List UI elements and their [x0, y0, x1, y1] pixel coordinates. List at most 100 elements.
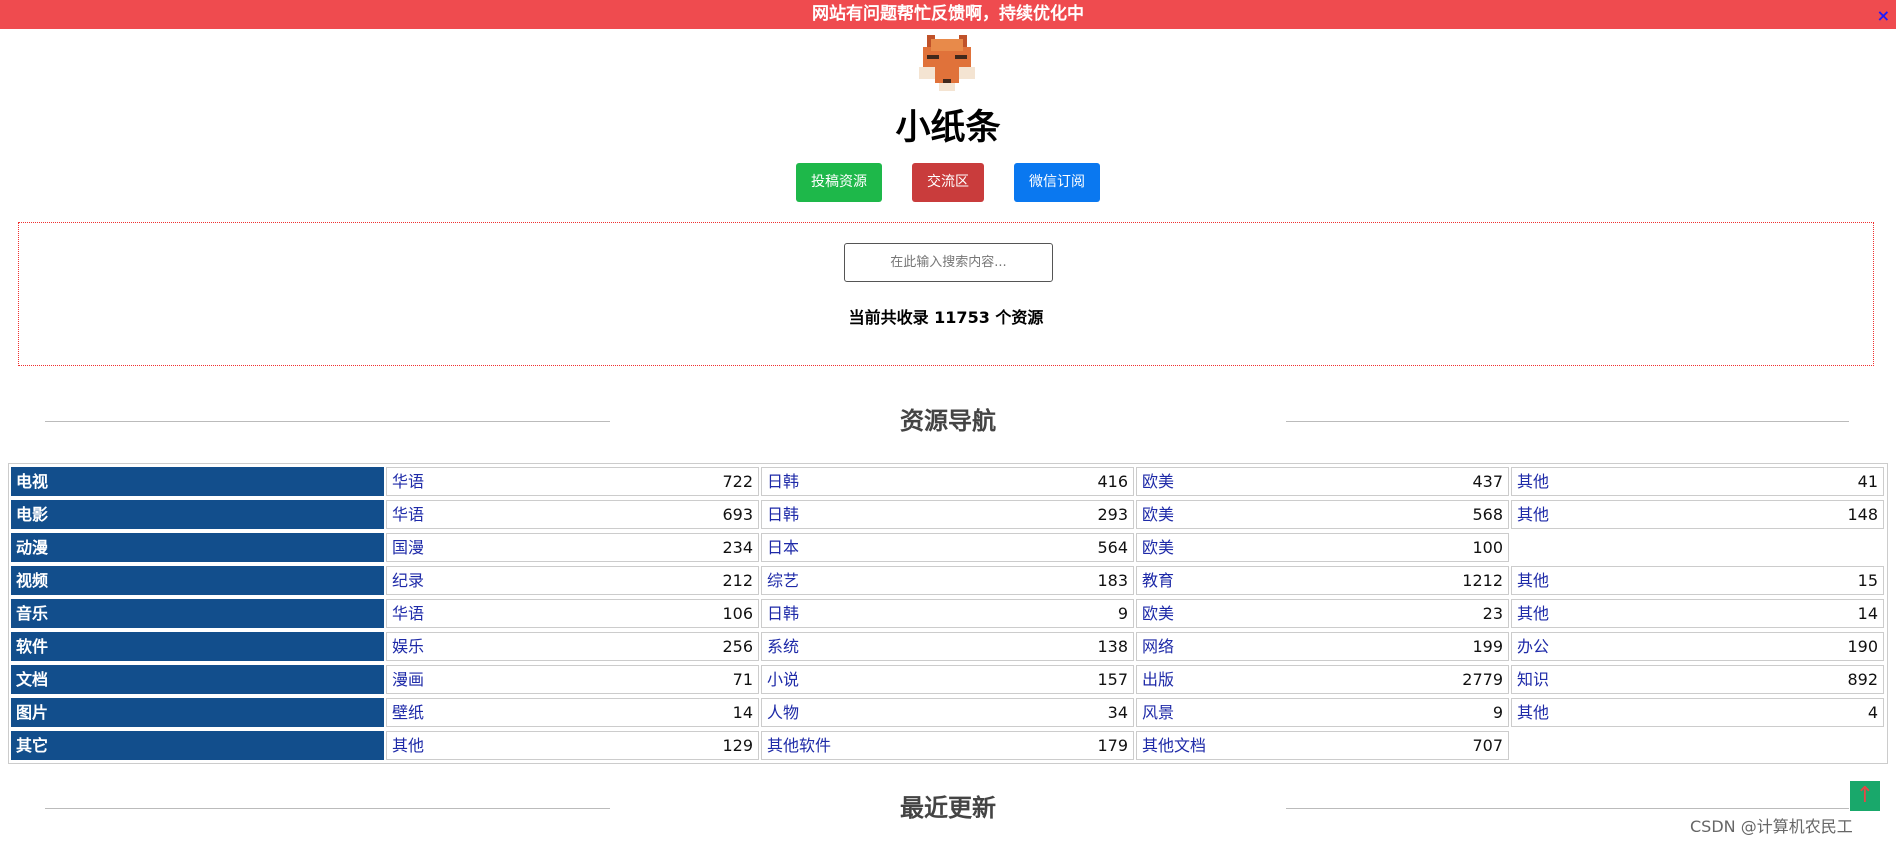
- nav-item-link[interactable]: 欧美: [1142, 468, 1174, 495]
- nav-item-count: 183: [1097, 571, 1128, 590]
- nav-item[interactable]: 其他 14: [1511, 599, 1884, 628]
- nav-item-count: 293: [1097, 505, 1128, 524]
- nav-item-link[interactable]: 其他: [1517, 600, 1549, 627]
- nav-item[interactable]: 知识 892: [1511, 665, 1884, 694]
- nav-item-link[interactable]: 网络: [1142, 633, 1174, 660]
- nav-item-count: 437: [1472, 472, 1503, 491]
- nav-item-link[interactable]: 欧美: [1142, 501, 1174, 528]
- nav-item-link[interactable]: 系统: [767, 633, 799, 660]
- nav-item-link[interactable]: 华语: [392, 501, 424, 528]
- nav-item[interactable]: 欧美 100: [1136, 533, 1509, 562]
- nav-item[interactable]: 欧美 568: [1136, 500, 1509, 529]
- nav-item-link[interactable]: 综艺: [767, 567, 799, 594]
- nav-item[interactable]: 壁纸 14: [386, 698, 759, 727]
- nav-item[interactable]: 日韩 416: [761, 467, 1134, 496]
- announcement-text: 网站有问题帮忙反馈啊，持续优化中: [812, 4, 1084, 24]
- nav-item-link[interactable]: 风景: [1142, 699, 1174, 726]
- forum-button[interactable]: 交流区: [912, 163, 984, 202]
- nav-item[interactable]: 人物 34: [761, 698, 1134, 727]
- nav-item[interactable]: 国漫 234: [386, 533, 759, 562]
- submit-resource-button[interactable]: 投稿资源: [796, 163, 882, 202]
- back-to-top-button[interactable]: ↑: [1850, 781, 1880, 811]
- nav-item[interactable]: 其他 4: [1511, 698, 1884, 727]
- nav-item-link[interactable]: 出版: [1142, 666, 1174, 693]
- nav-item-link[interactable]: 办公: [1517, 633, 1549, 660]
- search-input[interactable]: [844, 243, 1053, 282]
- nav-section-header: 资源导航: [0, 401, 1896, 441]
- nav-item-link[interactable]: 纪录: [392, 567, 424, 594]
- category-label: 音乐: [11, 599, 384, 628]
- nav-item[interactable]: 其他文档 707: [1136, 731, 1509, 760]
- nav-item[interactable]: 华语 106: [386, 599, 759, 628]
- nav-item-link[interactable]: 其他: [1517, 501, 1549, 528]
- nav-item-link[interactable]: 知识: [1517, 666, 1549, 693]
- nav-item-link[interactable]: 其他: [1517, 699, 1549, 726]
- nav-item[interactable]: 日本 564: [761, 533, 1134, 562]
- search-panel: 当前共收录 11753 个资源: [18, 222, 1874, 366]
- nav-item-link[interactable]: 娱乐: [392, 633, 424, 660]
- nav-item[interactable]: 办公 190: [1511, 632, 1884, 661]
- nav-item-count: 256: [722, 637, 753, 656]
- nav-item[interactable]: 其他 148: [1511, 500, 1884, 529]
- nav-item[interactable]: 华语 693: [386, 500, 759, 529]
- nav-item[interactable]: 系统 138: [761, 632, 1134, 661]
- category-label: 文档: [11, 665, 384, 694]
- nav-item[interactable]: 教育 1212: [1136, 566, 1509, 595]
- nav-item[interactable]: 其他软件 179: [761, 731, 1134, 760]
- nav-item[interactable]: 综艺 183: [761, 566, 1134, 595]
- nav-item-count: 23: [1482, 604, 1503, 623]
- nav-item-count: 179: [1097, 736, 1128, 755]
- nav-item-link[interactable]: 其他: [1517, 468, 1549, 495]
- nav-item[interactable]: 其他 15: [1511, 566, 1884, 595]
- nav-item-link[interactable]: 其他: [1517, 567, 1549, 594]
- nav-item-count: 693: [722, 505, 753, 524]
- nav-item[interactable]: 其他 129: [386, 731, 759, 760]
- nav-item-link[interactable]: 小说: [767, 666, 799, 693]
- category-label: 软件: [11, 632, 384, 661]
- nav-item[interactable]: 日韩 9: [761, 599, 1134, 628]
- nav-item-link[interactable]: 人物: [767, 699, 799, 726]
- nav-item[interactable]: 漫画 71: [386, 665, 759, 694]
- nav-item-link[interactable]: 国漫: [392, 534, 424, 561]
- nav-item-count: 138: [1097, 637, 1128, 656]
- action-buttons: 投稿资源 交流区 微信订阅: [0, 163, 1896, 202]
- nav-item[interactable]: 网络 199: [1136, 632, 1509, 661]
- nav-item[interactable]: 其他 41: [1511, 467, 1884, 496]
- nav-item[interactable]: 小说 157: [761, 665, 1134, 694]
- nav-item[interactable]: 娱乐 256: [386, 632, 759, 661]
- close-icon[interactable]: ×: [1877, 0, 1890, 31]
- nav-item-link[interactable]: 欧美: [1142, 534, 1174, 561]
- nav-item[interactable]: 出版 2779: [1136, 665, 1509, 694]
- nav-item-count: 4: [1867, 703, 1878, 722]
- nav-item-count: 106: [722, 604, 753, 623]
- nav-item-count: 148: [1847, 505, 1878, 524]
- nav-item-link[interactable]: 华语: [392, 468, 424, 495]
- wechat-subscribe-button[interactable]: 微信订阅: [1014, 163, 1100, 202]
- nav-item[interactable]: 日韩 293: [761, 500, 1134, 529]
- nav-item-link[interactable]: 日韩: [767, 501, 799, 528]
- nav-item[interactable]: 纪录 212: [386, 566, 759, 595]
- nav-item[interactable]: 欧美 437: [1136, 467, 1509, 496]
- nav-item[interactable]: 华语 722: [386, 467, 759, 496]
- nav-item-link[interactable]: 漫画: [392, 666, 424, 693]
- nav-item-count: 892: [1847, 670, 1878, 689]
- nav-item-link[interactable]: 壁纸: [392, 699, 424, 726]
- nav-item-count: 707: [1472, 736, 1503, 755]
- nav-item-count: 564: [1097, 538, 1128, 557]
- nav-item-count: 129: [722, 736, 753, 755]
- nav-item-link[interactable]: 日韩: [767, 468, 799, 495]
- nav-item-count: 212: [722, 571, 753, 590]
- nav-item-count: 1212: [1462, 571, 1503, 590]
- nav-item-link[interactable]: 日韩: [767, 600, 799, 627]
- nav-item-link[interactable]: 欧美: [1142, 600, 1174, 627]
- nav-item-link[interactable]: 教育: [1142, 567, 1174, 594]
- nav-item-link[interactable]: 其他软件: [767, 732, 831, 759]
- nav-item[interactable]: 风景 9: [1136, 698, 1509, 727]
- nav-item-link[interactable]: 日本: [767, 534, 799, 561]
- nav-item-link[interactable]: 其他: [392, 732, 424, 759]
- nav-item[interactable]: 欧美 23: [1136, 599, 1509, 628]
- nav-item-link[interactable]: 其他文档: [1142, 732, 1206, 759]
- category-label: 其它: [11, 731, 384, 760]
- nav-item-link[interactable]: 华语: [392, 600, 424, 627]
- arrow-up-icon: ↑: [1855, 783, 1875, 808]
